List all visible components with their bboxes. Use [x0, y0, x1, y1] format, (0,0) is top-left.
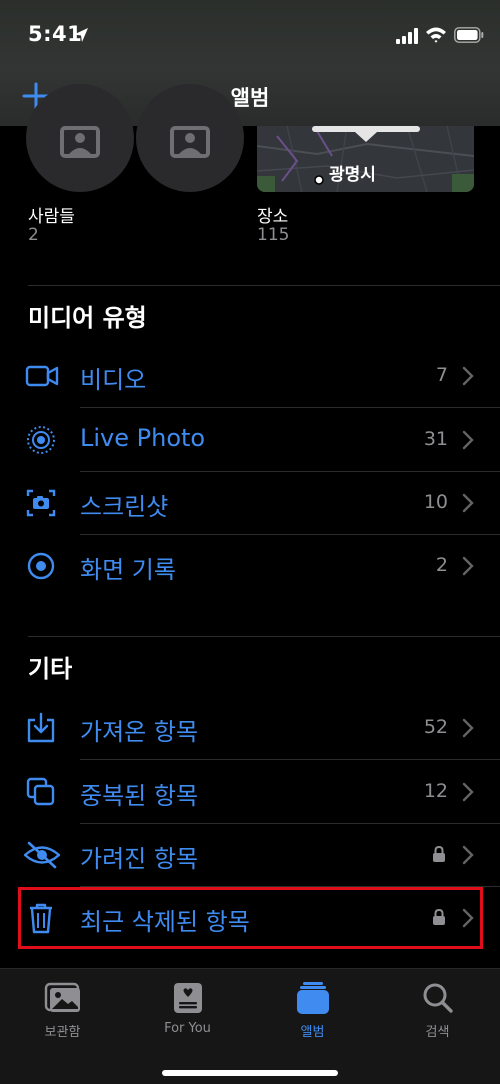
list-item-label: 중복된 항목	[80, 782, 199, 810]
list-item-duplicates[interactable]: 중복된 항목 12	[0, 760, 500, 824]
highlight-box	[18, 887, 483, 949]
chevron-right-icon	[462, 556, 474, 576]
list-item-label: 비디오	[80, 366, 147, 394]
list-item-count: 2	[435, 554, 448, 576]
list-item-label: 가려진 항목	[80, 845, 199, 873]
list-item-imports[interactable]: 가져온 항목 52	[0, 696, 500, 760]
album-count-places: 115	[257, 225, 290, 245]
list-item-screen-recordings[interactable]: 화면 기록 2	[0, 534, 500, 598]
tab-label: 검색	[425, 1025, 450, 1040]
battery-icon	[454, 27, 484, 43]
video-icon	[25, 365, 59, 387]
map-place-label: 광명시	[329, 165, 376, 185]
album-caption-places: 장소	[257, 207, 289, 227]
list-item-label: Live Photo	[80, 424, 206, 452]
home-indicator	[162, 1070, 338, 1076]
section-divider	[28, 636, 500, 637]
list-item-count: 31	[423, 428, 448, 450]
tab-bar: 보관함 For You 앨범 검색	[0, 968, 500, 1084]
search-icon	[423, 983, 453, 1013]
chevron-right-icon	[462, 845, 474, 865]
live-photo-icon	[27, 426, 55, 454]
section-title-media-types: 미디어 유형	[28, 304, 147, 332]
hidden-eye-icon	[24, 841, 60, 869]
cellular-signal-icon	[396, 28, 418, 44]
screenshot-icon	[26, 489, 56, 517]
tab-label: 앨범	[300, 1025, 325, 1040]
list-item-count: 10	[423, 491, 448, 513]
screen-recording-icon	[27, 552, 55, 580]
chevron-right-icon	[462, 782, 474, 802]
section-divider	[28, 285, 500, 286]
album-count-people: 2	[28, 225, 39, 245]
chevron-right-icon	[462, 718, 474, 738]
list-item-hidden[interactable]: 가려진 항목	[0, 823, 500, 887]
status-bar: 5:41	[0, 0, 500, 70]
people-thumbnail[interactable]	[26, 84, 134, 192]
person-icon	[170, 126, 210, 158]
list-item-label: 가져온 항목	[80, 718, 199, 746]
wifi-icon	[426, 27, 446, 43]
chevron-right-icon	[462, 430, 474, 450]
tab-search[interactable]: 검색	[375, 981, 500, 1040]
import-icon	[27, 712, 55, 743]
list-item-count: 7	[435, 364, 448, 386]
location-arrow-icon	[74, 28, 88, 42]
chevron-right-icon	[462, 366, 474, 386]
people-thumbnail[interactable]	[136, 84, 244, 192]
tab-albums[interactable]: 앨범	[250, 981, 375, 1040]
album-caption-people: 사람들	[28, 207, 75, 227]
list-item-video[interactable]: 비디오 7	[0, 344, 500, 408]
list-item-count: 12	[423, 780, 448, 802]
tab-label: For You	[164, 1021, 211, 1036]
person-icon	[60, 126, 100, 158]
for-you-icon	[173, 983, 202, 1013]
section-title-other: 기타	[28, 655, 73, 683]
albums-icon	[296, 982, 329, 1014]
tab-label: 보관함	[44, 1025, 81, 1040]
list-item-label: 스크린샷	[80, 493, 169, 521]
list-item-live-photo[interactable]: Live Photo 31	[0, 408, 500, 472]
list-item-label: 화면 기록	[80, 556, 176, 584]
lock-icon	[433, 845, 445, 862]
list-item-screenshots[interactable]: 스크린샷 10	[0, 471, 500, 535]
places-map-thumbnail[interactable]: 광명시	[257, 126, 474, 192]
tab-library[interactable]: 보관함	[0, 981, 125, 1040]
duplicates-icon	[26, 777, 55, 806]
chevron-right-icon	[462, 493, 474, 513]
library-icon	[44, 982, 80, 1012]
tab-for-you[interactable]: For You	[125, 981, 250, 1036]
list-item-count: 52	[423, 716, 448, 738]
